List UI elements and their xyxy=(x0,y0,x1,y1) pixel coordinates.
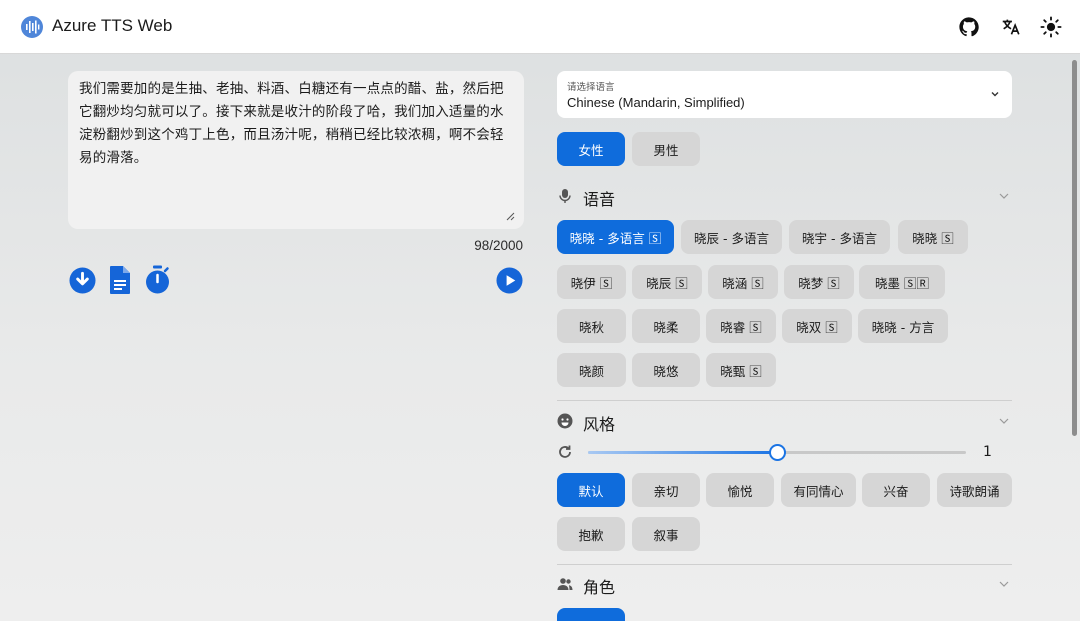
voice-chip[interactable]: 晓涵 🅂 xyxy=(708,265,778,299)
style-intensity-value: 1 xyxy=(983,444,992,460)
style-chip[interactable]: 叙事 xyxy=(632,517,700,551)
style-chip[interactable]: 愉悦 xyxy=(706,473,774,507)
download-icon[interactable] xyxy=(69,267,96,294)
chevron-down-icon[interactable] xyxy=(998,191,1010,201)
people-icon xyxy=(557,578,573,590)
voice-chip[interactable]: 晓晓 - 多语言 🅂 xyxy=(557,220,674,254)
voice-chip[interactable]: 晓双 🅂 xyxy=(782,309,852,343)
section-divider xyxy=(557,400,1012,401)
language-select-value[interactable]: Chinese (Mandarin, Simplified) xyxy=(567,95,745,110)
chevron-down-icon[interactable] xyxy=(998,579,1010,589)
style-chip[interactable]: 默认 xyxy=(557,473,625,507)
scrollbar[interactable] xyxy=(1072,60,1077,436)
role-section-header[interactable]: 角色 xyxy=(557,569,1012,599)
voice-chip[interactable]: 晓墨 🅂🅁 xyxy=(859,265,945,299)
slider-fill xyxy=(588,451,777,454)
resize-handle-icon[interactable] xyxy=(505,211,515,221)
voice-section-title: 语音 xyxy=(583,190,616,209)
text-input-content[interactable]: 我们需要加的是生抽、老抽、料酒、白糖还有一点点的醋、盐，然后把它翻炒均匀就可以了… xyxy=(79,78,517,170)
play-icon[interactable] xyxy=(496,267,523,294)
slider-thumb[interactable] xyxy=(769,444,786,461)
smiley-icon xyxy=(557,413,573,429)
role-chip[interactable] xyxy=(557,608,625,621)
voice-chip[interactable]: 晓宇 - 多语言 xyxy=(789,220,890,254)
text-input-area[interactable]: 我们需要加的是生抽、老抽、料酒、白糖还有一点点的醋、盐，然后把它翻炒均匀就可以了… xyxy=(68,71,524,229)
chevron-down-icon[interactable] xyxy=(990,89,1000,99)
style-chip[interactable]: 诗歌朗诵 xyxy=(937,473,1012,507)
voice-chip[interactable]: 晓梦 🅂 xyxy=(784,265,854,299)
voice-chip[interactable]: 晓秋 xyxy=(557,309,626,343)
timer-icon[interactable] xyxy=(145,265,170,295)
gender-female-button[interactable]: 女性 xyxy=(557,132,625,166)
style-chip[interactable]: 有同情心 xyxy=(781,473,856,507)
voice-chip[interactable]: 晓甄 🅂 xyxy=(706,353,776,387)
voice-section-header[interactable]: 语音 xyxy=(557,181,1012,211)
voice-chip[interactable]: 晓晓 🅂 xyxy=(898,220,968,254)
language-select[interactable]: 请选择语言 Chinese (Mandarin, Simplified) xyxy=(557,71,1012,118)
style-section-header[interactable]: 风格 xyxy=(557,406,1012,436)
section-divider xyxy=(557,564,1012,565)
github-icon[interactable] xyxy=(958,16,980,38)
style-chip[interactable]: 兴奋 xyxy=(862,473,930,507)
document-icon[interactable] xyxy=(109,265,131,295)
voice-chip[interactable]: 晓伊 🅂 xyxy=(557,265,626,299)
chevron-down-icon[interactable] xyxy=(998,416,1010,426)
role-section-title: 角色 xyxy=(583,578,616,597)
style-chip[interactable]: 抱歉 xyxy=(557,517,625,551)
app-logo-icon xyxy=(21,16,43,38)
voice-chip[interactable]: 晓颜 xyxy=(557,353,626,387)
app-bar: Azure TTS Web xyxy=(0,0,1080,54)
style-intensity-slider[interactable] xyxy=(588,444,966,461)
style-section-title: 风格 xyxy=(583,415,616,434)
theme-sun-icon[interactable] xyxy=(1040,16,1062,38)
voice-chip[interactable]: 晓睿 🅂 xyxy=(706,309,776,343)
translate-icon[interactable] xyxy=(1000,16,1022,38)
style-chip[interactable]: 亲切 xyxy=(632,473,700,507)
reset-icon[interactable] xyxy=(557,444,573,460)
language-select-label: 请选择语言 xyxy=(567,82,615,93)
voice-chip[interactable]: 晓辰 - 多语言 xyxy=(681,220,782,254)
voice-chip[interactable]: 晓晓 - 方言 xyxy=(858,309,948,343)
gender-male-button[interactable]: 男性 xyxy=(632,132,700,166)
voice-chip[interactable]: 晓柔 xyxy=(632,309,700,343)
app-title: Azure TTS Web xyxy=(52,16,173,35)
voice-chip[interactable]: 晓悠 xyxy=(632,353,700,387)
char-count: 98/2000 xyxy=(474,238,523,253)
voice-chip[interactable]: 晓辰 🅂 xyxy=(632,265,702,299)
microphone-icon xyxy=(559,189,571,203)
